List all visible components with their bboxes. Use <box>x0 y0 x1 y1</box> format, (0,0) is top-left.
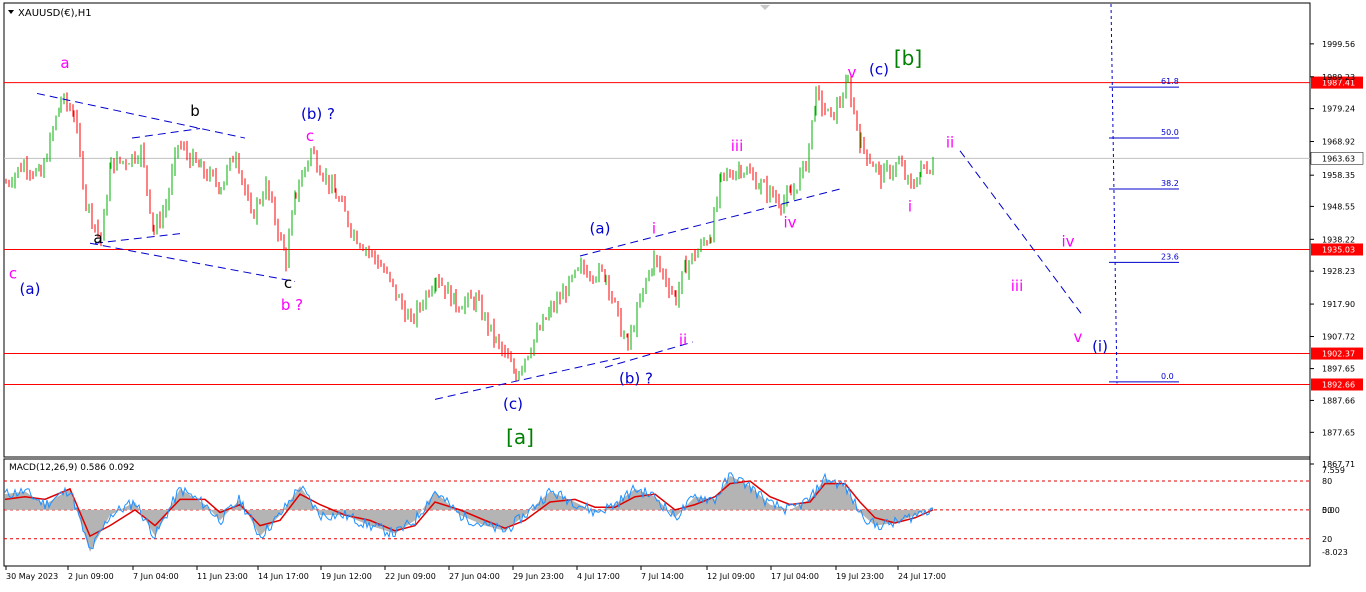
price-tick-label: 1877.65 <box>1322 428 1355 437</box>
macd-tick-label: -8.023 <box>1322 548 1348 557</box>
time-tick-label: 7 Jun 04:00 <box>133 572 179 581</box>
wave-label: ii <box>946 134 954 152</box>
trendline <box>131 128 201 139</box>
wave-label: a <box>93 229 102 247</box>
wave-label: i <box>908 197 912 215</box>
wave-label: [a] <box>506 425 534 449</box>
macd-tick-label: 7.559 <box>1322 466 1345 475</box>
wave-label: ii <box>679 331 687 349</box>
time-tick-label: 27 Jun 04:00 <box>449 572 500 581</box>
time-tick-label: 11 Jun 23:00 <box>197 572 248 581</box>
fibonacci-levels: 61.8 50.0 38.2 23.6 0.0 <box>1109 3 1179 384</box>
trendline <box>89 242 296 282</box>
fib-level-label: 38.2 <box>1161 179 1179 188</box>
time-tick-label: 2 Jun 09:00 <box>68 572 114 581</box>
price-tick-label: 1897.65 <box>1322 365 1355 374</box>
projection-divider-line <box>1110 3 1118 384</box>
wave-label: iii <box>1011 277 1024 295</box>
price-tick-label: 1907.72 <box>1322 333 1355 342</box>
macd-level-label: 80 <box>1322 477 1332 486</box>
level-price-label: 1902.37 <box>1322 350 1355 359</box>
level-price-label: 1935.03 <box>1322 245 1355 254</box>
wave-label: (c) <box>869 60 889 78</box>
price-tick-label: 1999.56 <box>1322 40 1355 49</box>
price-tick-label: 1979.24 <box>1322 105 1355 114</box>
scroll-marker-icon[interactable] <box>760 5 770 10</box>
chart-canvas[interactable]: XAUUSD(€),H1 1987.411935.031902.371892.6… <box>0 0 1366 588</box>
wave-label: i <box>652 220 656 238</box>
macd-indicator: 7.5590.00-8.023805020 <box>4 466 1348 557</box>
trendline <box>36 92 246 139</box>
wave-label: (b) ? <box>301 105 335 123</box>
wave-label: a <box>60 54 69 72</box>
wave-label: b <box>190 102 200 120</box>
triangle-down-icon[interactable] <box>8 10 14 14</box>
wave-label: v <box>1074 328 1083 346</box>
last-price-label: 1963.63 <box>1322 154 1355 163</box>
time-tick-label: 22 Jun 09:00 <box>385 572 436 581</box>
time-axis: 30 May 2023 2 Jun 09:00 7 Jun 04:00 11 Jun … <box>5 566 946 581</box>
time-tick-label: 24 Jul 17:00 <box>898 572 946 581</box>
wave-label: (i) <box>1092 338 1108 356</box>
wave-label: (a) <box>590 220 611 238</box>
time-tick-label: 19 Jun 12:00 <box>321 572 372 581</box>
fib-level-label: 23.6 <box>1161 252 1179 261</box>
price-tick-label: 1938.22 <box>1322 235 1355 244</box>
wave-labels: abacc(a)(b) ?cb ?(c)[a](a) iii(b) ?iiiivv… <box>9 46 1108 449</box>
time-tick-label: 7 Jul 14:00 <box>641 572 684 581</box>
wave-label: c <box>284 274 292 292</box>
wave-label: b ? <box>281 296 303 314</box>
time-tick-label: 17 Jul 04:00 <box>771 572 819 581</box>
wave-label: (b) ? <box>619 369 653 387</box>
trendline <box>434 357 621 400</box>
time-tick-label: 12 Jul 09:00 <box>707 572 755 581</box>
price-tick-label: 1989.23 <box>1322 73 1355 82</box>
fib-level-label: 61.8 <box>1161 77 1179 86</box>
wave-label: c <box>306 127 314 145</box>
time-tick-label: 29 Jun 23:00 <box>513 572 564 581</box>
macd-title: MACD(12,26,9) 0.586 0.092 <box>9 463 135 473</box>
macd-level-label: 50 <box>1322 506 1332 515</box>
fib-level-label: 0.0 <box>1161 372 1174 381</box>
wave-label: iv <box>1061 232 1074 250</box>
price-tick-label: 1887.66 <box>1322 396 1355 405</box>
wave-label: (c) <box>503 395 523 413</box>
level-price-label: 1892.66 <box>1322 380 1355 389</box>
time-tick-label: 14 Jun 17:00 <box>258 572 309 581</box>
wave-label: iv <box>783 213 796 231</box>
wave-label: iii <box>731 137 744 155</box>
time-tick-label: 30 May 2023 <box>6 572 58 581</box>
price-tick-label: 1917.90 <box>1322 300 1355 309</box>
wave-label: v <box>848 64 857 82</box>
price-tick-label: 1958.35 <box>1322 171 1355 180</box>
macd-pane-frame <box>3 458 1311 567</box>
wave-label: c <box>9 264 17 282</box>
price-tick-label: 1948.55 <box>1322 202 1355 211</box>
price-tick-label: 1928.23 <box>1322 267 1355 276</box>
wave-label: (a) <box>20 280 41 298</box>
time-tick-label: 19 Jul 23:00 <box>836 572 884 581</box>
price-tick-label: 1968.92 <box>1322 137 1355 146</box>
symbol-label: XAUUSD(€),H1 <box>18 8 92 19</box>
macd-level-label: 20 <box>1322 535 1332 544</box>
wave-label: [b] <box>894 46 922 70</box>
chart-window[interactable]: XAUUSD(€),H1 1987.41 1935.03 1902.37 1892.6… <box>0 0 1366 588</box>
time-tick-label: 4 Jul 17:00 <box>577 572 620 581</box>
trendline <box>94 233 181 244</box>
price-pane-frame <box>3 2 1311 458</box>
fib-level-label: 50.0 <box>1161 128 1179 137</box>
trendline <box>579 188 841 257</box>
